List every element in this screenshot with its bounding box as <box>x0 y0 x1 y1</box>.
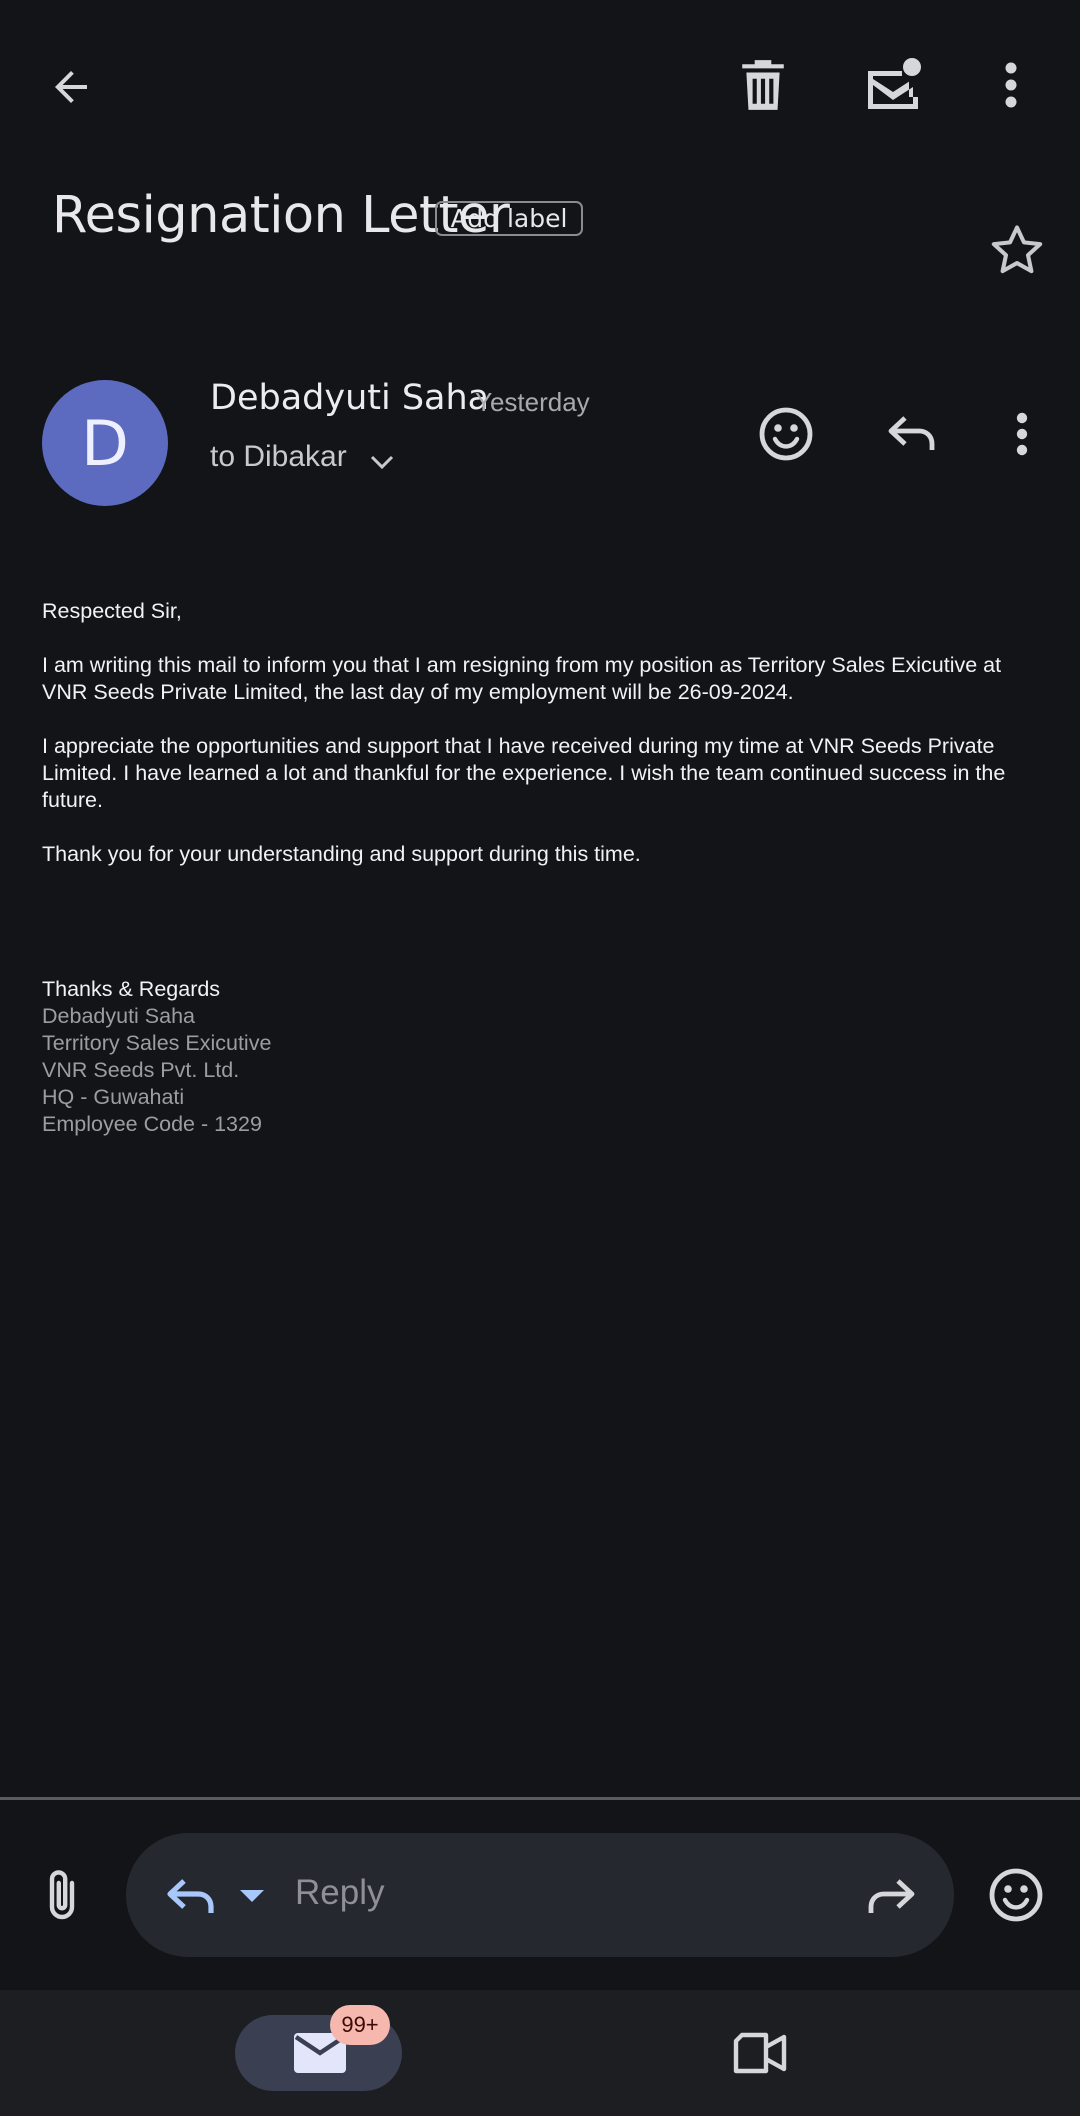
body-greeting: Respected Sir, <box>42 599 182 623</box>
unread-count-badge: 99+ <box>330 2005 390 2045</box>
trash-icon <box>742 60 784 110</box>
forward-icon <box>868 1879 915 1913</box>
emoji-icon <box>759 407 813 461</box>
body-paragraph: Thank you for your understanding and sup… <box>42 842 641 866</box>
recipient-details-toggle[interactable]: to Dibakar <box>210 440 395 474</box>
signature-hq: HQ - Guwahati <box>42 1085 185 1109</box>
delete-button[interactable] <box>728 50 798 120</box>
add-label-button[interactable]: Add label <box>435 201 583 236</box>
star-icon <box>991 225 1043 274</box>
sender-avatar[interactable]: D <box>42 380 168 506</box>
caret-down-icon <box>240 1890 264 1902</box>
signature-title: Territory Sales Exicutive <box>42 1031 272 1055</box>
back-button[interactable] <box>36 52 106 122</box>
chevron-down-icon <box>370 455 393 470</box>
body-paragraph: I am writing this mail to inform you tha… <box>42 653 1002 704</box>
forward-button[interactable] <box>860 1872 922 1922</box>
reply-button[interactable] <box>876 398 948 470</box>
message-more-button[interactable] <box>1000 398 1044 470</box>
signature-closing: Thanks & Regards <box>42 977 221 1001</box>
body-paragraph: I appreciate the opportunities and suppo… <box>42 734 1006 812</box>
reply-input[interactable]: Reply <box>295 1873 384 1913</box>
signature-company: VNR Seeds Pvt. Ltd. <box>42 1058 240 1082</box>
signature-name: Debadyuti Saha <box>42 1004 195 1028</box>
video-camera-icon <box>733 2032 787 2074</box>
emoji-icon <box>989 1868 1043 1922</box>
arrow-left-icon <box>55 71 87 103</box>
more-vert-icon <box>1005 62 1017 108</box>
reply-icon <box>167 1879 214 1913</box>
email-timestamp: Yesterday <box>475 387 590 417</box>
more-vert-icon <box>1016 412 1028 456</box>
divider <box>0 1797 1080 1800</box>
paperclip-icon <box>49 1870 75 1920</box>
emoji-button[interactable] <box>982 1860 1050 1930</box>
star-button[interactable] <box>982 218 1052 282</box>
mail-unread-icon <box>867 58 921 109</box>
reply-mode-dropdown[interactable] <box>234 1880 270 1912</box>
reply-mode-button[interactable] <box>160 1872 222 1922</box>
sender-name: Debadyuti Saha <box>210 378 490 418</box>
add-reaction-button[interactable] <box>750 398 822 470</box>
bottom-navigation <box>0 1990 1080 2116</box>
nav-meet[interactable] <box>725 2025 795 2081</box>
recipient-text: to Dibakar <box>210 440 347 473</box>
more-options-button[interactable] <box>976 50 1046 120</box>
signature-employee-code: Employee Code - 1329 <box>42 1112 262 1136</box>
mark-unread-button[interactable] <box>855 50 930 120</box>
reply-icon <box>888 416 935 450</box>
attach-button[interactable] <box>30 1860 94 1930</box>
email-body: Respected Sir, I am writing this mail to… <box>42 598 1022 1138</box>
